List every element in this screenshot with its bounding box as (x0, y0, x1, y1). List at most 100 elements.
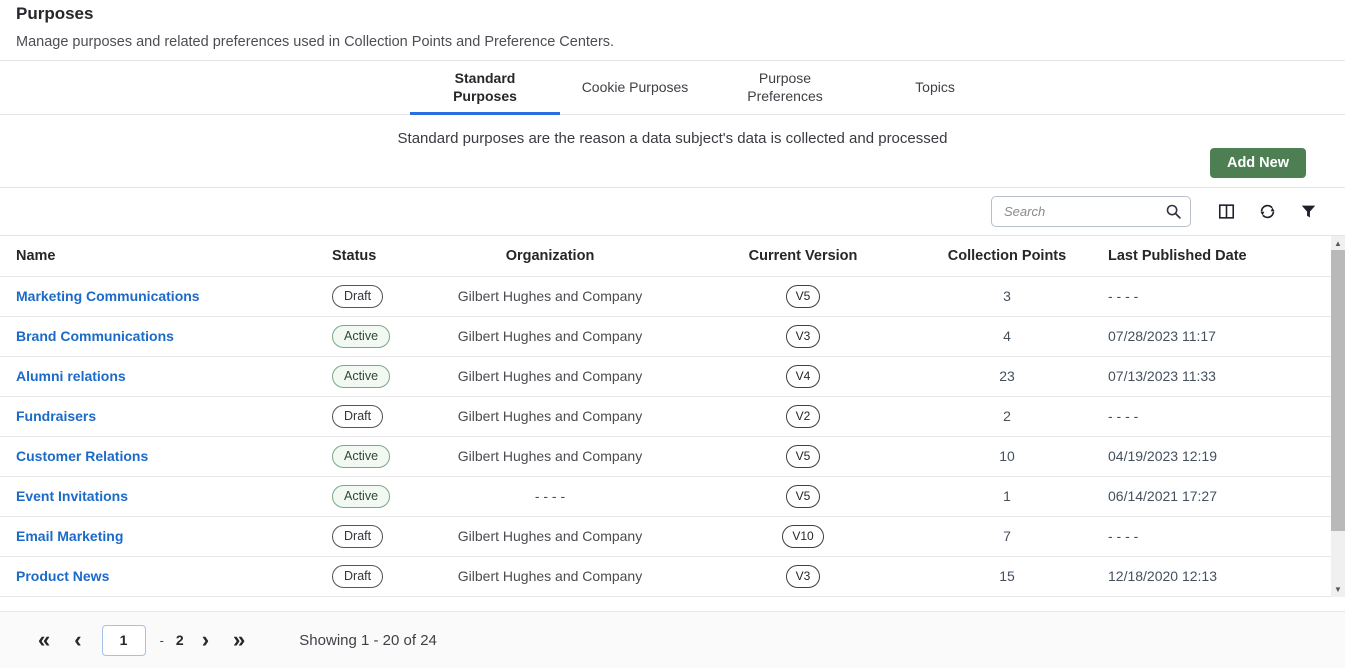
tab-description-row: Standard purposes are the reason a data … (0, 115, 1345, 188)
status-badge: Draft (332, 525, 383, 548)
last-published-cell: 07/28/2023 11:17 (1088, 316, 1331, 356)
pagination-summary: Showing 1 - 20 of 24 (299, 632, 437, 649)
page-subtitle: Manage purposes and related preferences … (16, 34, 1329, 50)
organization-cell: Gilbert Hughes and Company (420, 556, 680, 596)
next-page-icon[interactable]: › (190, 629, 221, 651)
organization-cell: Gilbert Hughes and Company (420, 276, 680, 316)
search-box[interactable] (991, 196, 1191, 227)
status-badge: Active (332, 325, 390, 348)
collection-points-cell: 1 (926, 476, 1088, 516)
collection-points-cell: 4 (926, 316, 1088, 356)
column-header-name[interactable]: Name (0, 236, 316, 276)
version-badge: V10 (782, 525, 823, 548)
organization-cell: Gilbert Hughes and Company (420, 356, 680, 396)
tab-topics[interactable]: Topics (860, 61, 1010, 115)
version-badge: V5 (786, 485, 821, 508)
status-badge: Active (332, 485, 390, 508)
scroll-down-icon[interactable]: ▼ (1331, 583, 1345, 597)
status-badge: Draft (332, 565, 383, 588)
purpose-name-link[interactable]: Fundraisers (16, 408, 96, 424)
page-title: Purposes (16, 4, 1329, 24)
purpose-name-link[interactable]: Email Marketing (16, 528, 123, 544)
table-row: Customer Relations Active Gilbert Hughes… (0, 436, 1331, 476)
tabs-bar: Standard Purposes Cookie Purposes Purpos… (0, 60, 1345, 115)
collection-points-cell: 23 (926, 356, 1088, 396)
purpose-name-link[interactable]: Event Invitations (16, 488, 128, 504)
table-row: Email Marketing Draft Gilbert Hughes and… (0, 516, 1331, 556)
column-header-organization[interactable]: Organization (420, 236, 680, 276)
column-header-last-published-date[interactable]: Last Published Date (1088, 236, 1331, 276)
column-chooser-icon[interactable] (1217, 202, 1236, 221)
table-toolbar (0, 188, 1345, 236)
organization-cell: Gilbert Hughes and Company (420, 516, 680, 556)
version-badge: V3 (786, 325, 821, 348)
last-published-cell: - - - - (1088, 276, 1331, 316)
version-badge: V5 (786, 445, 821, 468)
table-row: Alumni relations Active Gilbert Hughes a… (0, 356, 1331, 396)
column-header-status[interactable]: Status (316, 236, 420, 276)
tab-label: Topics (915, 78, 955, 96)
collection-points-cell: 3 (926, 276, 1088, 316)
search-icon (1165, 203, 1182, 220)
scroll-up-icon[interactable]: ▲ (1331, 236, 1345, 250)
table-row: Fundraisers Draft Gilbert Hughes and Com… (0, 396, 1331, 436)
last-published-cell: 07/13/2023 11:33 (1088, 356, 1331, 396)
page-separator: - (160, 633, 164, 648)
tab-label: Cookie Purposes (582, 78, 689, 96)
last-published-cell: 06/14/2021 17:27 (1088, 476, 1331, 516)
page-number-input[interactable] (102, 625, 146, 656)
tab-purpose-preferences[interactable]: Purpose Preferences (710, 61, 860, 115)
last-page-icon[interactable]: » (221, 629, 257, 651)
organization-cell: - - - - (420, 476, 680, 516)
last-published-cell: 04/19/2023 12:19 (1088, 436, 1331, 476)
collection-points-cell: 7 (926, 516, 1088, 556)
purpose-name-link[interactable]: Alumni relations (16, 368, 126, 384)
column-header-current-version[interactable]: Current Version (680, 236, 926, 276)
collection-points-cell: 10 (926, 436, 1088, 476)
version-badge: V5 (786, 285, 821, 308)
add-new-button[interactable]: Add New (1210, 148, 1306, 178)
purpose-name-link[interactable]: Customer Relations (16, 448, 148, 464)
page-header: Purposes Manage purposes and related pre… (0, 0, 1345, 60)
organization-cell: Gilbert Hughes and Company (420, 436, 680, 476)
previous-page-icon[interactable]: ‹ (62, 629, 93, 651)
tab-label: Standard Purposes (429, 69, 541, 105)
purposes-table: Name Status Organization Current Version… (0, 236, 1345, 597)
tab-standard-purposes[interactable]: Standard Purposes (410, 61, 560, 115)
table-row: Event Invitations Active - - - - V5 1 06… (0, 476, 1331, 516)
last-published-cell: - - - - (1088, 396, 1331, 436)
table-body: Marketing Communications Draft Gilbert H… (0, 276, 1331, 596)
first-page-icon[interactable]: « (26, 629, 62, 651)
version-badge: V2 (786, 405, 821, 428)
purpose-name-link[interactable]: Product News (16, 568, 109, 584)
column-header-collection-points[interactable]: Collection Points (926, 236, 1088, 276)
collection-points-cell: 15 (926, 556, 1088, 596)
status-badge: Draft (332, 285, 383, 308)
tab-cookie-purposes[interactable]: Cookie Purposes (560, 61, 710, 115)
status-badge: Active (332, 365, 390, 388)
table-header-row: Name Status Organization Current Version… (0, 236, 1331, 276)
last-published-cell: 12/18/2020 12:13 (1088, 556, 1331, 596)
table-row: Brand Communications Active Gilbert Hugh… (0, 316, 1331, 356)
scrollbar-thumb[interactable] (1331, 250, 1345, 531)
filter-icon[interactable] (1299, 202, 1318, 221)
vertical-scrollbar[interactable]: ▲ ▼ (1331, 236, 1345, 597)
last-page-number[interactable]: 2 (176, 632, 184, 648)
organization-cell: Gilbert Hughes and Company (420, 316, 680, 356)
purpose-name-link[interactable]: Marketing Communications (16, 288, 200, 304)
organization-cell: Gilbert Hughes and Company (420, 396, 680, 436)
tab-label: Purpose Preferences (729, 69, 841, 105)
version-badge: V4 (786, 365, 821, 388)
version-badge: V3 (786, 565, 821, 588)
table-row: Product News Draft Gilbert Hughes and Co… (0, 556, 1331, 596)
status-badge: Active (332, 445, 390, 468)
collection-points-cell: 2 (926, 396, 1088, 436)
status-badge: Draft (332, 405, 383, 428)
refresh-icon[interactable] (1258, 202, 1277, 221)
tab-description: Standard purposes are the reason a data … (0, 115, 1345, 147)
table-row: Marketing Communications Draft Gilbert H… (0, 276, 1331, 316)
pagination-bar: « ‹ - 2 › » Showing 1 - 20 of 24 (0, 611, 1345, 668)
purpose-name-link[interactable]: Brand Communications (16, 328, 174, 344)
search-input[interactable] (1004, 204, 1165, 219)
last-published-cell: - - - - (1088, 516, 1331, 556)
